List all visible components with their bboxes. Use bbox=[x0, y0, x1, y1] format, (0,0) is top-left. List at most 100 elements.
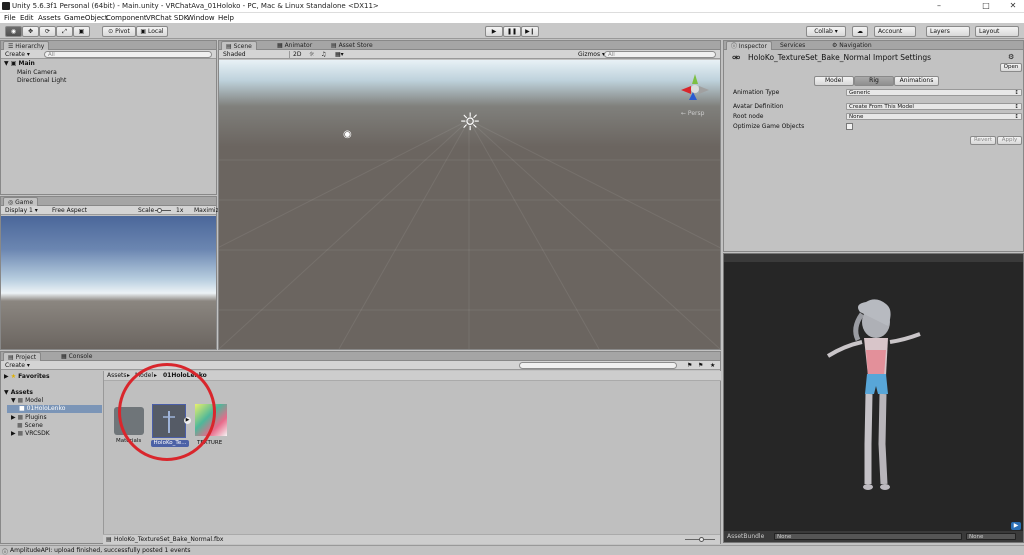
collab-button[interactable]: Collab ▾ bbox=[806, 26, 846, 37]
model-preview[interactable]: AssetBundle None None ▶ bbox=[723, 253, 1024, 543]
scene-folder[interactable]: ■ Scene bbox=[17, 422, 43, 429]
pivot-toggle[interactable]: ⊙ Pivot bbox=[102, 26, 136, 37]
menu-help[interactable]: Help bbox=[218, 14, 234, 22]
local-toggle[interactable]: ▣ Local bbox=[136, 26, 168, 37]
orientation-gizmo[interactable] bbox=[677, 70, 713, 106]
icon-size-slider-thumb[interactable] bbox=[699, 537, 704, 542]
optimize-game-objects-checkbox[interactable] bbox=[846, 123, 853, 130]
hierarchy-panel: ☰ Hierarchy Create ▾ All ▼ ▣ Main Main C… bbox=[0, 40, 217, 195]
hand-tool-icon[interactable]: ◉ bbox=[5, 26, 22, 37]
tab-project[interactable]: ▤ Project bbox=[3, 352, 42, 361]
scene-view[interactable]: ☼ ◉ ← Persp bbox=[219, 60, 720, 349]
rotate-tool-icon[interactable]: ⟳ bbox=[39, 26, 56, 37]
aspect-dropdown[interactable]: Free Aspect bbox=[52, 207, 87, 214]
assetbundle-variant-dropdown[interactable]: None bbox=[966, 533, 1016, 540]
scene-tab-label: Scene bbox=[233, 43, 252, 50]
menu-window[interactable]: Window bbox=[187, 14, 215, 22]
folder-icon: ■ bbox=[17, 422, 25, 429]
game-panel: ◎ Game Display 1 ▾ Free Aspect Scale 1x … bbox=[0, 196, 219, 350]
tab-rig[interactable]: Rig bbox=[854, 76, 894, 86]
tab-model[interactable]: Model bbox=[814, 76, 854, 86]
search-by-label-icon[interactable]: ⚑ bbox=[698, 362, 703, 369]
directional-light-gizmo-icon[interactable]: ☼ bbox=[457, 110, 483, 136]
vrcsdk-folder[interactable]: ▶ ■ VRCSDK bbox=[11, 430, 50, 437]
scale-slider-thumb[interactable] bbox=[157, 208, 162, 213]
tab-animator[interactable]: ▦ Animator bbox=[273, 41, 316, 50]
hierarchy-item-main-camera[interactable]: Main Camera bbox=[17, 69, 57, 76]
scene-tab-icon: ▤ bbox=[226, 43, 234, 50]
apply-button[interactable]: Apply bbox=[997, 136, 1022, 145]
display-dropdown[interactable]: Display 1 ▾ bbox=[5, 207, 38, 214]
rect-tool-icon[interactable]: ▣ bbox=[73, 26, 90, 37]
menu-component[interactable]: Component bbox=[106, 14, 147, 22]
audio-toggle-icon[interactable]: ♫ bbox=[321, 51, 326, 58]
plugins-folder[interactable]: ▶ ■ Plugins bbox=[11, 414, 47, 421]
cloud-icon[interactable]: ☁ bbox=[852, 26, 868, 37]
maximize-icon[interactable]: □ bbox=[981, 1, 991, 11]
hierarchy-item-directional-light[interactable]: Directional Light bbox=[17, 77, 66, 84]
maximize-on-play-toggle[interactable]: Maximiz bbox=[194, 207, 219, 214]
persp-label[interactable]: ← Persp bbox=[681, 110, 704, 117]
scale-tool-icon[interactable]: ⤢ bbox=[56, 26, 73, 37]
effects-dropdown-icon[interactable]: ▦▾ bbox=[335, 51, 344, 58]
mode-2d-toggle[interactable]: 2D bbox=[289, 51, 301, 58]
tab-inspector[interactable]: ⓘ Inspector bbox=[726, 41, 772, 50]
tab-game[interactable]: ◎ Game bbox=[3, 197, 39, 206]
expand-arrow-icon[interactable]: ▼ bbox=[4, 60, 11, 67]
pause-button[interactable]: ❚❚ bbox=[503, 26, 521, 37]
tab-asset-store[interactable]: ▤ Asset Store bbox=[327, 41, 377, 50]
account-dropdown[interactable]: Account bbox=[874, 26, 916, 37]
animation-type-dropdown[interactable]: Generic ↕ bbox=[846, 89, 1022, 96]
collapse-arrow-icon[interactable]: ▼ bbox=[4, 389, 11, 396]
shading-dropdown[interactable]: Shaded bbox=[223, 51, 246, 58]
expand-arrow-icon[interactable]: ▶ bbox=[4, 373, 11, 380]
tab-scene[interactable]: ▤ Scene bbox=[221, 41, 257, 50]
assetbundle-dropdown[interactable]: None bbox=[774, 533, 962, 540]
hierarchy-search-input[interactable]: All bbox=[44, 51, 212, 58]
menu-edit[interactable]: Edit bbox=[20, 14, 34, 22]
step-button[interactable]: ▶❙ bbox=[521, 26, 539, 37]
open-button[interactable]: Open bbox=[1000, 63, 1022, 72]
status-message[interactable]: AmplitudeAPI: upload finished, successfu… bbox=[10, 547, 190, 554]
root-node-dropdown[interactable]: None ↕ bbox=[846, 113, 1022, 120]
preview-play-icon[interactable]: ▶ bbox=[1011, 522, 1021, 530]
layers-dropdown[interactable]: Layers bbox=[926, 26, 970, 37]
holo-folder[interactable]: ■ 01HoloLenko bbox=[7, 405, 102, 413]
gizmos-dropdown[interactable]: Gizmos ▾ bbox=[578, 51, 605, 58]
tab-navigation[interactable]: ⚙ Navigation bbox=[828, 41, 876, 50]
game-view[interactable] bbox=[1, 216, 216, 349]
menu-vrchat-sdk[interactable]: VRChat SDK bbox=[146, 14, 188, 22]
model-folder[interactable]: ▼ ■ Model bbox=[11, 397, 43, 404]
menu-file[interactable]: File bbox=[4, 14, 16, 22]
tab-console[interactable]: ▦ Console bbox=[57, 352, 96, 361]
asset-store-icon: ▤ bbox=[331, 42, 339, 49]
favorites-item[interactable]: ▶ ★ Favorites bbox=[4, 373, 50, 380]
tab-animations[interactable]: Animations bbox=[894, 76, 939, 86]
tab-services[interactable]: Services bbox=[776, 41, 809, 50]
revert-button[interactable]: Revert bbox=[970, 136, 996, 145]
scene-root[interactable]: ▼ ▣ Main bbox=[4, 60, 35, 67]
info-status-icon: ⓘ bbox=[2, 549, 9, 555]
model-file-icon: ⚮ bbox=[732, 53, 741, 64]
avatar-definition-dropdown[interactable]: Create From This Model ↕ bbox=[846, 103, 1022, 110]
settings-icon[interactable]: ⚙ bbox=[1008, 53, 1014, 61]
project-search-input[interactable] bbox=[519, 362, 677, 369]
breadcrumb-assets[interactable]: Assets bbox=[107, 372, 127, 379]
close-icon[interactable]: ✕ bbox=[1008, 1, 1018, 11]
camera-gizmo-icon[interactable]: ◉ bbox=[343, 129, 355, 140]
lighting-toggle-icon[interactable]: ☼ bbox=[309, 51, 314, 58]
minimize-icon[interactable]: – bbox=[934, 1, 944, 11]
project-create-button[interactable]: Create ▾ bbox=[5, 362, 30, 369]
menu-gameobject[interactable]: GameObject bbox=[64, 14, 108, 22]
scene-search-input[interactable]: All bbox=[604, 51, 716, 58]
tab-hierarchy[interactable]: ☰ Hierarchy bbox=[3, 41, 50, 50]
menu-assets[interactable]: Assets bbox=[38, 14, 61, 22]
move-tool-icon[interactable]: ✥ bbox=[22, 26, 39, 37]
animation-type-value: Generic bbox=[849, 90, 871, 96]
hierarchy-create-button[interactable]: Create ▾ bbox=[5, 51, 30, 58]
assets-folder[interactable]: ▼ Assets bbox=[4, 389, 33, 396]
favorite-star-icon[interactable]: ★ bbox=[710, 362, 715, 369]
layout-dropdown[interactable]: Layout bbox=[975, 26, 1019, 37]
play-button[interactable]: ▶ bbox=[485, 26, 503, 37]
search-by-type-icon[interactable]: ⚑ bbox=[687, 362, 692, 369]
